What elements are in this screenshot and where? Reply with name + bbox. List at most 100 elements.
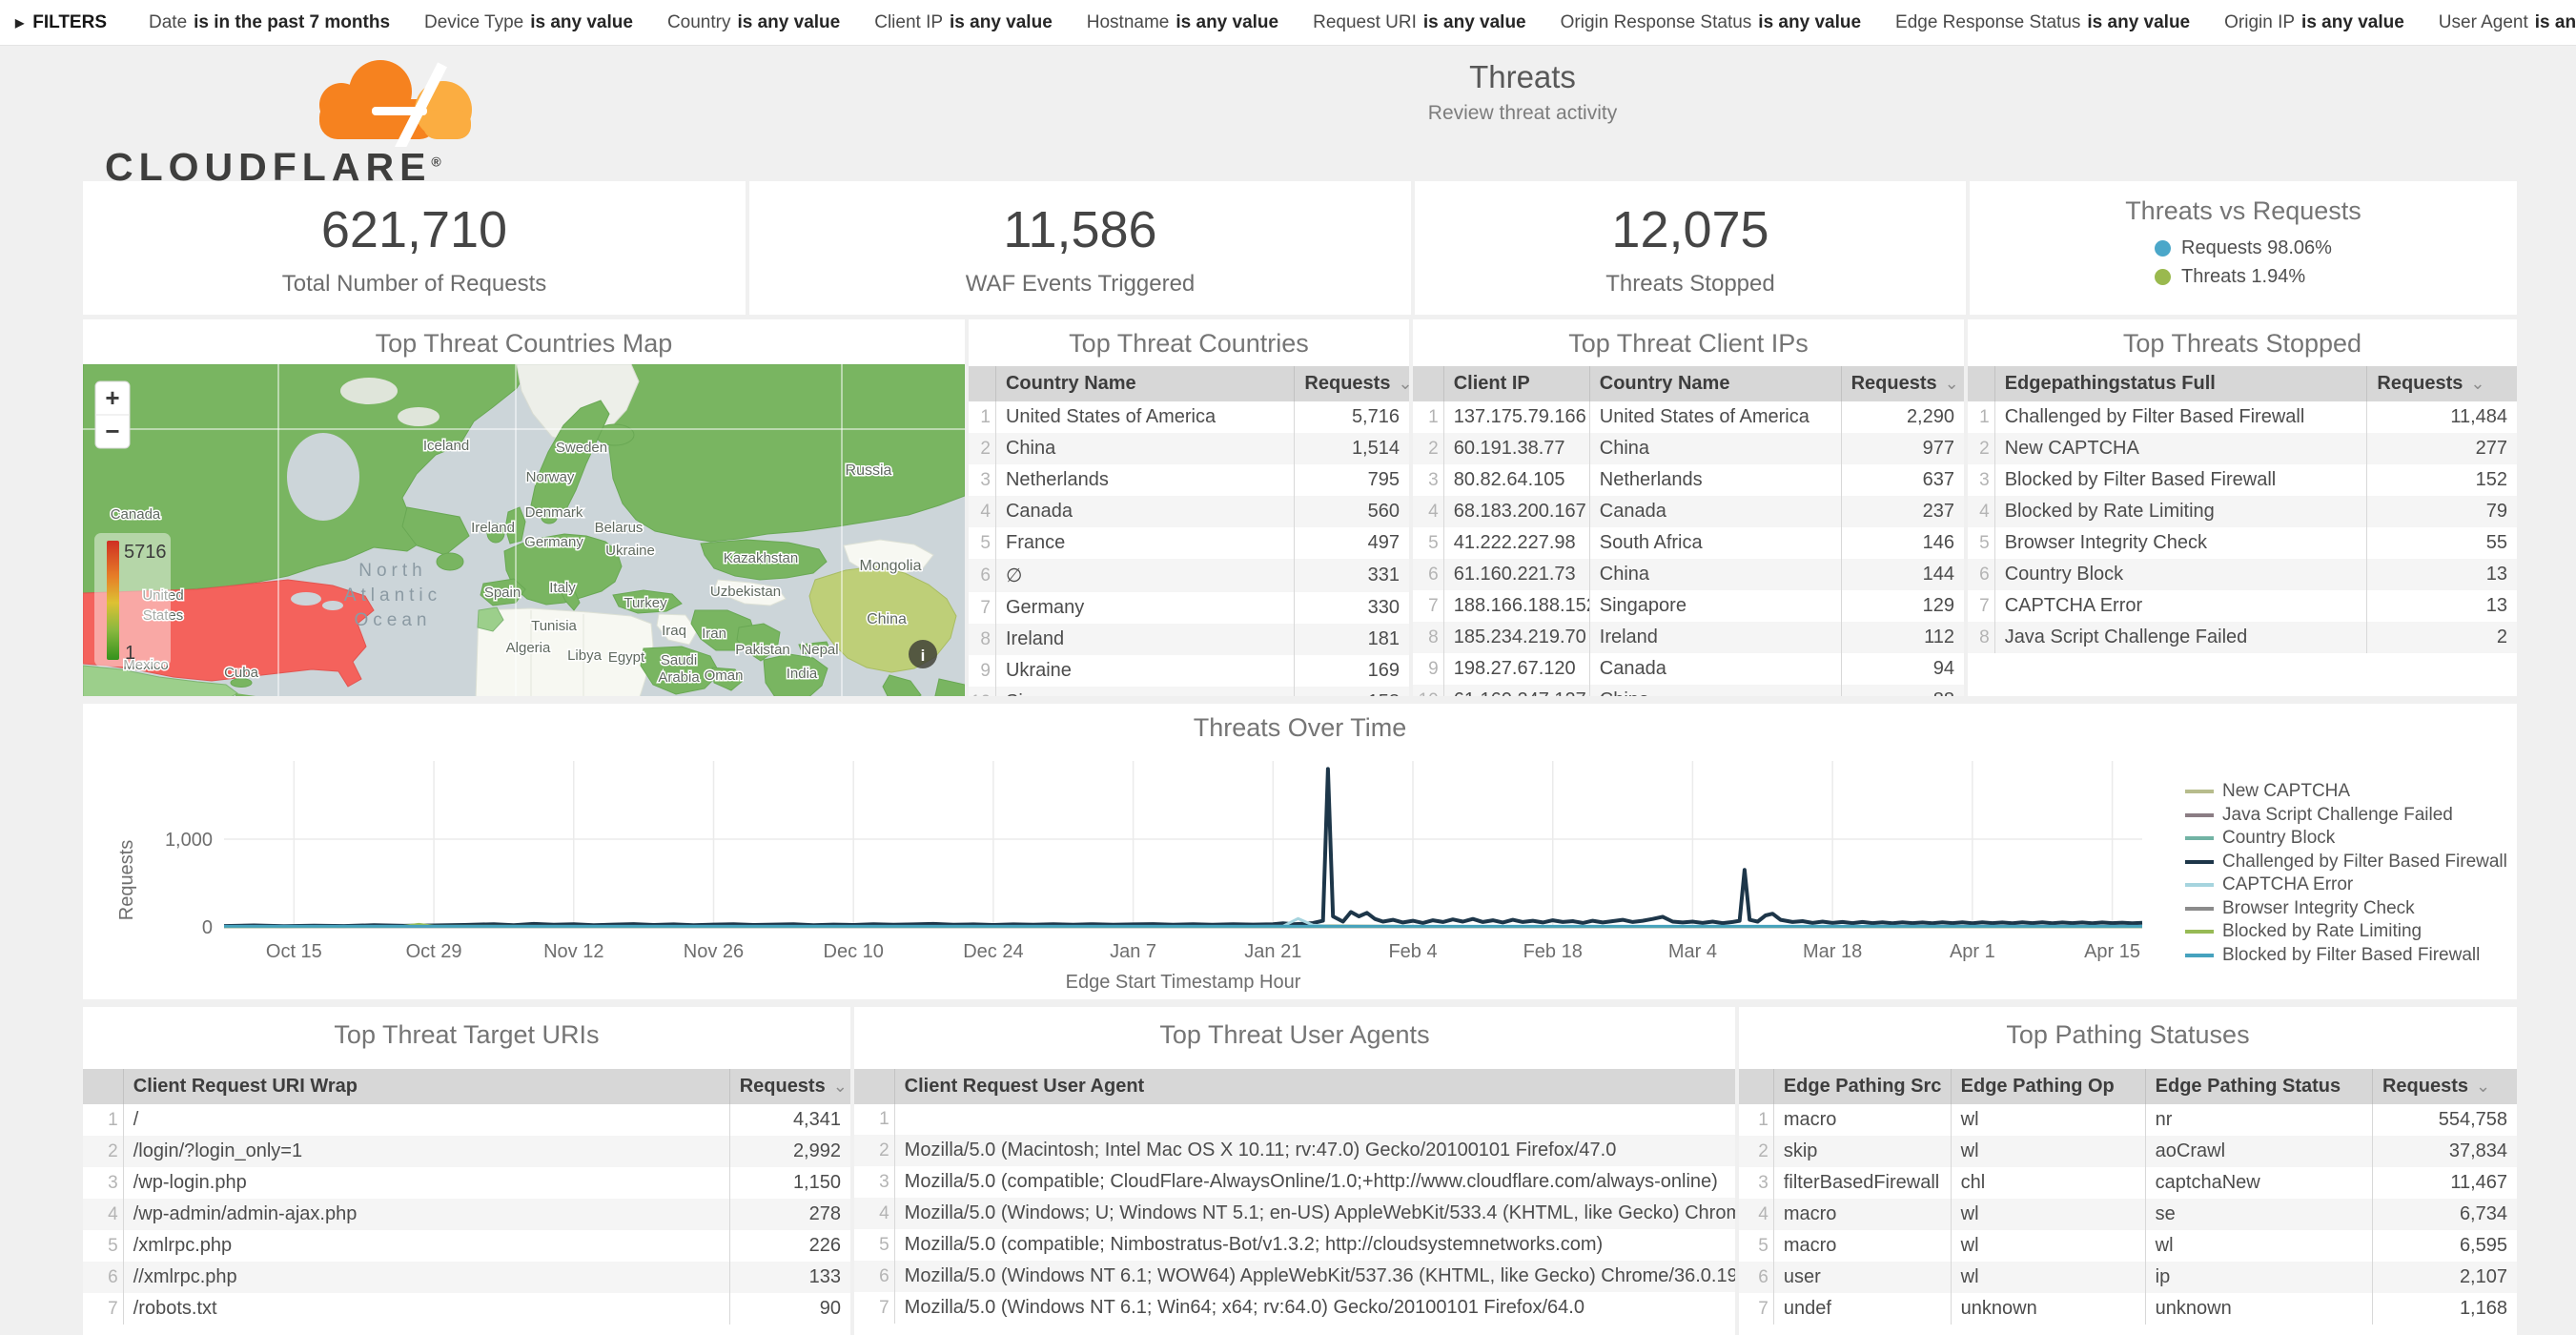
row-number: 3 — [83, 1167, 123, 1199]
x-tick-label: Dec 10 — [824, 941, 884, 962]
y-tick-label: 0 — [202, 917, 213, 938]
x-tick-label: Oct 15 — [266, 941, 322, 962]
column-header[interactable]: Requests⌄ — [1841, 366, 1964, 401]
data-table: Client Request User Agent12Mozilla/5.0 (… — [854, 1069, 1735, 1324]
column-header[interactable]: Requests⌄ — [729, 1069, 850, 1104]
column-header[interactable]: Client Request URI Wrap — [123, 1069, 729, 1104]
table-cell: 4,341 — [729, 1104, 850, 1136]
filter-item-device-type[interactable]: Device Typeis any value — [424, 12, 633, 33]
table-row: 10Singapore158 — [969, 687, 1409, 696]
column-header[interactable]: Requests⌄ — [1295, 366, 1409, 401]
chart-legend-item[interactable]: Country Block — [2185, 827, 2507, 851]
table-cell: Ireland — [1589, 622, 1841, 653]
map-label-norway: Norway — [526, 469, 575, 485]
info-icon: i — [921, 647, 926, 665]
column-header[interactable]: Client Request User Agent — [894, 1069, 1735, 1104]
pie-legend-item[interactable]: Threats 1.94% — [2155, 266, 2332, 288]
row-number: 4 — [854, 1198, 894, 1229]
legend-line-icon — [2185, 907, 2214, 911]
column-header[interactable]: Edge Pathing Status — [2145, 1069, 2372, 1104]
table-row: 1061.160.247.127China88 — [1413, 685, 1964, 696]
map-info-button[interactable]: i — [909, 640, 937, 668]
row-number: 10 — [1413, 685, 1443, 696]
map-label-germany: Germany — [524, 534, 583, 550]
chart-legend-item[interactable]: Browser Integrity Check — [2185, 897, 2507, 921]
row-number: 5 — [1968, 527, 1994, 559]
row-number: 2 — [1968, 433, 1994, 464]
table-cell: 55 — [2367, 527, 2517, 559]
sort-chevron-icon: ⌄ — [833, 1077, 848, 1096]
table-cell: 2,992 — [729, 1136, 850, 1167]
table-cell: 61.160.221.73 — [1443, 559, 1589, 590]
chart-legend: New CAPTCHAJava Script Challenge FailedC… — [2185, 780, 2507, 967]
filters-toggle[interactable]: ▶ FILTERS — [15, 12, 107, 33]
table-cell: filterBasedFirewall — [1773, 1167, 1951, 1199]
table-cell: wl — [1951, 1230, 2145, 1262]
series-challenged-by-filter-based-firewall — [224, 769, 2142, 926]
chart-legend-item[interactable]: Challenged by Filter Based Firewall — [2185, 851, 2507, 874]
panel-top-threat-client-ips: Top Threat Client IPs Client IPCountry N… — [1413, 319, 1964, 696]
world-choropleth-map[interactable]: Canada United States Mexico Cuba Iceland… — [83, 364, 965, 696]
filter-item-hostname[interactable]: Hostnameis any value — [1087, 12, 1278, 33]
kpi-label: Threats Stopped — [1415, 271, 1966, 298]
filter-item-user-agent[interactable]: User Agentis any value — [2439, 12, 2576, 33]
chart-legend-item[interactable]: Blocked by Rate Limiting — [2185, 920, 2507, 944]
column-header[interactable]: Client IP — [1443, 366, 1589, 401]
data-table: Edge Pathing SrcEdge Pathing OpEdge Path… — [1739, 1069, 2517, 1325]
chart-legend-item[interactable]: CAPTCHA Error — [2185, 873, 2507, 897]
x-tick-label: Dec 24 — [963, 941, 1023, 962]
filter-item-origin-response-status[interactable]: Origin Response Statusis any value — [1561, 12, 1861, 33]
kpi-value: 12,075 — [1415, 200, 1966, 259]
table-row: 5Browser Integrity Check55 — [1968, 527, 2517, 559]
chart-legend-item[interactable]: Java Script Challenge Failed — [2185, 804, 2507, 828]
x-axis-title: Edge Start Timestamp Hour — [1066, 972, 1301, 993]
table-cell: 133 — [729, 1262, 850, 1293]
table-cell: 554,758 — [2372, 1104, 2517, 1136]
column-header[interactable]: Requests⌄ — [2367, 366, 2517, 401]
map-zoom-out-button[interactable] — [95, 415, 130, 448]
column-header[interactable]: Requests⌄ — [2372, 1069, 2517, 1104]
column-header[interactable]: Edgepathingstatus Full — [1994, 366, 2367, 401]
map-label-iran: Iran — [702, 626, 726, 642]
table-cell: 129 — [1841, 590, 1964, 622]
kpi-value: 621,710 — [83, 200, 746, 259]
table-cell: 977 — [1841, 433, 1964, 464]
rownum-header — [1413, 366, 1443, 401]
column-header[interactable]: Country Name — [995, 366, 1294, 401]
chart-legend-item[interactable]: New CAPTCHA — [2185, 780, 2507, 804]
kpi-row: 621,710Total Number of Requests11,586WAF… — [83, 181, 2576, 315]
row-number: 1 — [1968, 401, 1994, 433]
map-zoom-in-button[interactable] — [95, 381, 130, 415]
row-number: 2 — [854, 1135, 894, 1166]
table-cell: Mozilla/5.0 (compatible; Nimbostratus-Bo… — [894, 1229, 1735, 1261]
top-threats-stopped-table: Edgepathingstatus FullRequests⌄1Challeng… — [1968, 366, 2517, 653]
filter-item-client-ip[interactable]: Client IPis any value — [874, 12, 1053, 33]
table-cell: 79 — [2367, 496, 2517, 527]
table-cell: 226 — [729, 1230, 850, 1262]
rownum-header — [1968, 366, 1994, 401]
column-header[interactable]: Country Name — [1589, 366, 1841, 401]
filter-item-request-uri[interactable]: Request URIis any value — [1313, 12, 1526, 33]
map-panel-title: Top Threat Countries Map — [83, 319, 965, 359]
table-cell: Singapore — [995, 687, 1294, 696]
table-cell: 637 — [1841, 464, 1964, 496]
filter-item-date[interactable]: Dateis in the past 7 months — [149, 12, 390, 33]
row-number: 5 — [969, 527, 995, 559]
registered-mark: ® — [431, 154, 440, 169]
row-number: 1 — [1739, 1104, 1773, 1136]
table-row: 3Blocked by Filter Based Firewall152 — [1968, 464, 2517, 496]
filter-item-edge-response-status[interactable]: Edge Response Statusis any value — [1895, 12, 2190, 33]
column-header[interactable]: Edge Pathing Src — [1773, 1069, 1951, 1104]
threats-over-time-chart[interactable]: Oct 15Oct 29Nov 12Nov 26Dec 10Dec 24Jan … — [83, 704, 2517, 999]
pie-legend-item[interactable]: Requests 98.06% — [2155, 237, 2332, 259]
table-cell: /robots.txt — [123, 1293, 729, 1325]
filter-item-origin-ip[interactable]: Origin IPis any value — [2224, 12, 2404, 33]
filter-item-country[interactable]: Countryis any value — [667, 12, 840, 33]
chart-legend-label: Challenged by Filter Based Firewall — [2222, 852, 2507, 873]
filters-expand-icon: ▶ — [15, 16, 24, 30]
row-number: 8 — [1968, 622, 1994, 653]
chart-legend-item[interactable]: Blocked by Filter Based Firewall — [2185, 944, 2507, 968]
table-row: 1137.175.79.166United States of America2… — [1413, 401, 1964, 433]
table-cell: 497 — [1295, 527, 1409, 559]
column-header[interactable]: Edge Pathing Op — [1951, 1069, 2145, 1104]
